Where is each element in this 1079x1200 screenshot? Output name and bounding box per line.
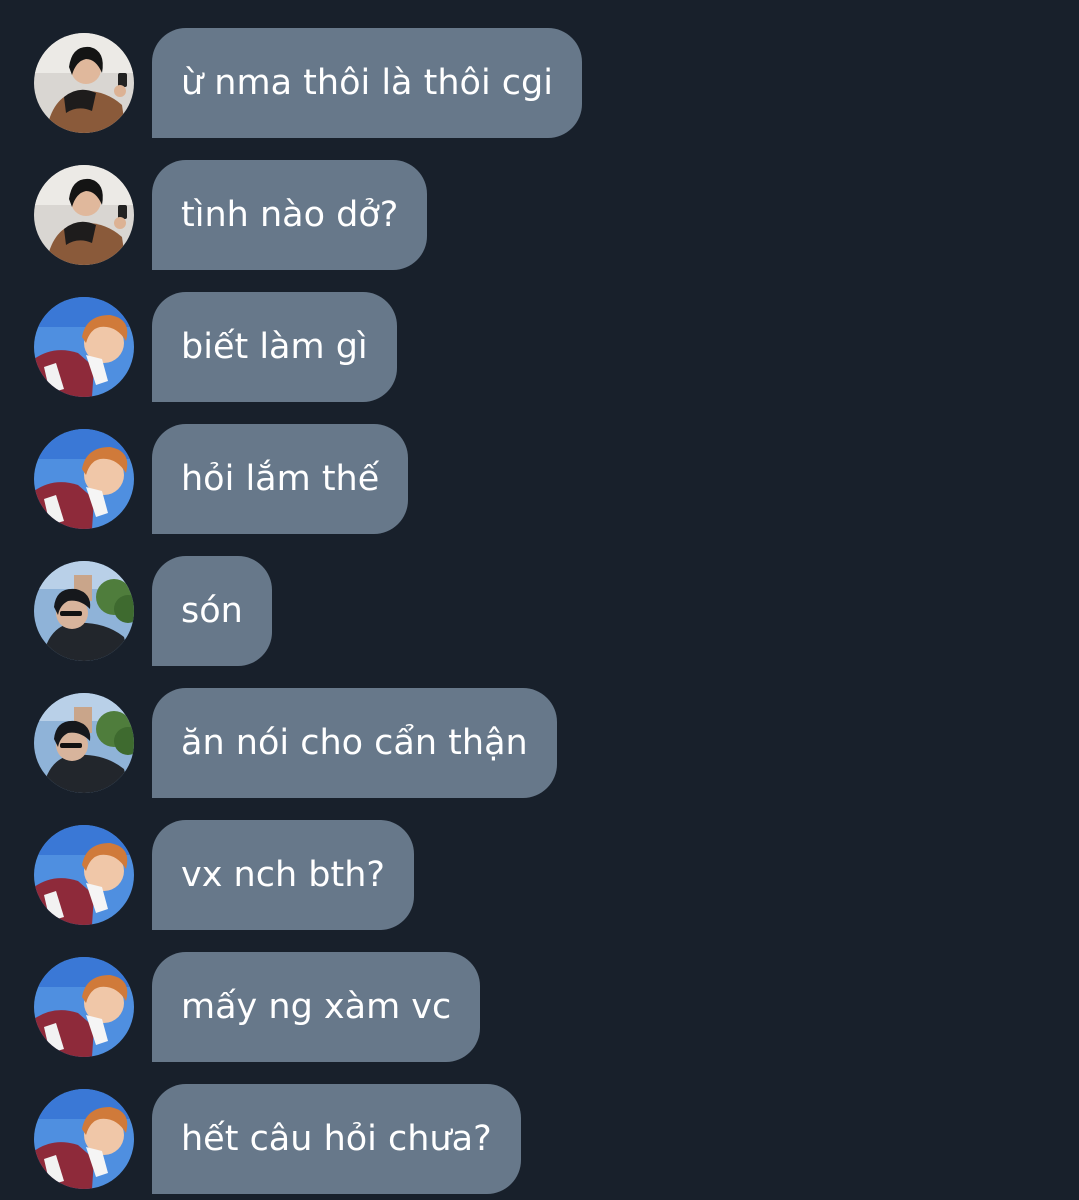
avatar[interactable] [34, 33, 134, 133]
message-bubble[interactable]: ừ nma thôi là thôi cgi [152, 28, 582, 138]
message-row: biết làm gì [34, 292, 397, 402]
message-row: mấy ng xàm vc [34, 952, 481, 1062]
avatar[interactable] [34, 693, 134, 793]
avatar[interactable] [34, 957, 134, 1057]
message-bubble[interactable]: ăn nói cho cẩn thận [152, 688, 557, 798]
avatar[interactable] [34, 561, 134, 661]
avatar[interactable] [34, 165, 134, 265]
avatar[interactable] [34, 297, 134, 397]
avatar[interactable] [34, 429, 134, 529]
message-row: hết câu hỏi chưa? [34, 1084, 521, 1194]
chat-thread[interactable]: ừ nma thôi là thôi cgi tình nào dở? biết… [0, 0, 1079, 1200]
avatar[interactable] [34, 825, 134, 925]
message-row: hỏi lắm thế [34, 424, 409, 534]
message-row: són [34, 556, 272, 666]
message-bubble[interactable]: hỏi lắm thế [152, 424, 409, 534]
message-row: ăn nói cho cẩn thận [34, 688, 557, 798]
message-row: ừ nma thôi là thôi cgi [34, 28, 582, 138]
message-row: vx nch bth? [34, 820, 414, 930]
message-bubble[interactable]: tình nào dở? [152, 160, 428, 270]
message-bubble[interactable]: mấy ng xàm vc [152, 952, 481, 1062]
message-row: tình nào dở? [34, 160, 428, 270]
avatar[interactable] [34, 1089, 134, 1189]
message-bubble[interactable]: hết câu hỏi chưa? [152, 1084, 521, 1194]
message-bubble[interactable]: són [152, 556, 272, 666]
message-bubble[interactable]: biết làm gì [152, 292, 397, 402]
message-bubble[interactable]: vx nch bth? [152, 820, 414, 930]
